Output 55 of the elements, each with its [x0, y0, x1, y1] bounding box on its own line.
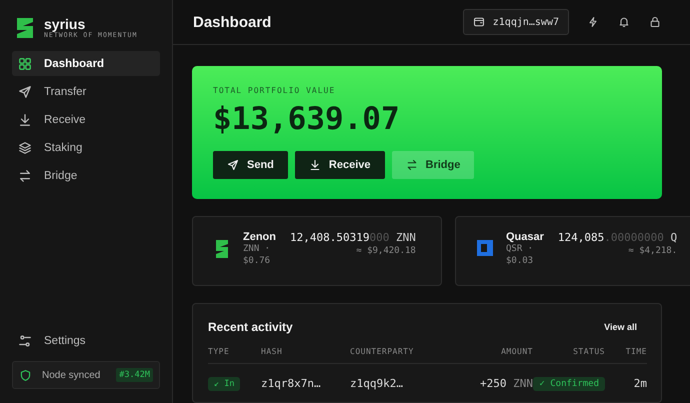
status-badge: ✓ Confirmed	[533, 377, 605, 391]
type-badge: ↙ In	[208, 377, 240, 391]
column-header: AMOUNT	[453, 347, 533, 364]
token-name: Zenon	[243, 231, 276, 243]
swap-arrows-icon	[406, 159, 418, 171]
logo-icon	[16, 17, 34, 39]
token-symbol: QSR ·	[506, 243, 534, 255]
sliders-icon	[18, 334, 32, 348]
column-header: STATUS	[533, 347, 605, 364]
token-usd-value: ≈ $4,218.	[628, 246, 678, 256]
download-icon	[308, 159, 321, 171]
paper-plane-icon	[18, 84, 32, 98]
token-usd-value: ≈ $9,420.18	[356, 246, 416, 256]
portfolio-value: $13,639.07	[213, 101, 401, 137]
action-button[interactable]: Bridge	[392, 151, 474, 179]
section-title: Recent activity	[208, 320, 293, 334]
grid-icon	[18, 56, 32, 70]
column-header: COUNTERPARTY	[350, 347, 453, 364]
portfolio-label: TOTAL PORTFOLIO VALUE	[213, 86, 336, 95]
counterparty-address: z1qq9k2…	[350, 376, 404, 390]
paper-plane-icon	[227, 159, 239, 171]
wallet-icon	[472, 16, 485, 28]
bell-icon	[618, 16, 630, 28]
nav-item[interactable]: Transfer	[12, 79, 160, 104]
settings-item[interactable]: Settings	[12, 328, 160, 353]
swap-arrows-icon	[18, 168, 32, 182]
page-title: Dashboard	[193, 14, 272, 30]
tx-amount: +250 ZNN	[479, 376, 533, 390]
view-all-link[interactable]: View all	[604, 322, 637, 332]
tx-time: 2m	[632, 376, 647, 390]
token-balance: 12,408.50319000 ZNN	[290, 231, 416, 244]
nav-item[interactable]: Receive	[12, 107, 160, 132]
action-button[interactable]: Receive	[294, 151, 384, 179]
block-height: #3.42M	[116, 368, 153, 382]
layers-icon	[18, 140, 32, 154]
column-header: TYPE	[208, 347, 261, 364]
tx-hash: z1qr8x7n…	[261, 376, 322, 390]
nav-item[interactable]: Staking	[12, 135, 160, 160]
brand-name: syrius	[44, 17, 86, 31]
token-name: Quasar	[506, 231, 544, 243]
column-header: TIME	[605, 347, 647, 364]
nav-item[interactable]: Bridge	[12, 163, 160, 188]
column-header: HASH	[261, 347, 350, 364]
download-icon	[18, 112, 32, 126]
token-price: $0.03	[506, 255, 534, 267]
lightning-icon	[586, 16, 598, 28]
nav-item[interactable]: Dashboard	[12, 51, 160, 76]
token-price: $0.76	[243, 255, 272, 267]
wallet-button[interactable]: z1qqjn…sww7	[462, 9, 569, 35]
token-balance: 124,085.00000000 Q	[558, 231, 678, 244]
token-symbol: ZNN ·	[243, 243, 272, 255]
action-button[interactable]: Send	[213, 151, 288, 179]
shield-icon	[19, 368, 32, 382]
node-label: Node synced	[42, 370, 100, 380]
lock-icon	[648, 16, 660, 28]
